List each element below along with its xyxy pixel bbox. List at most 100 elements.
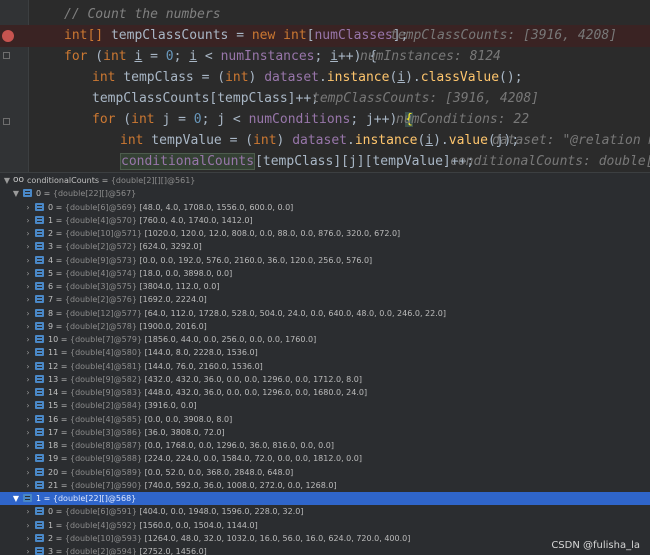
variable-item-row[interactable]: › 1 = {double[4]@570} [760.0, 4.0, 1740.0… [0,214,650,227]
chevron-right-icon[interactable]: › [24,227,32,240]
chevron-right-icon[interactable]: › [24,267,32,280]
variable-type: {double[6]@591} [64,507,137,517]
variable-root-row[interactable]: ▼ oo conditionalCounts = {double[2][][]@… [0,174,650,187]
variable-type: {double[6]@569} [64,202,137,212]
inline-debug-hint: tempClassCounts: [3916, 4208] [312,91,539,106]
variable-item-row[interactable]: › 18 = {double[8]@587} [0.0, 1768.0, 0.0,… [0,439,650,452]
array-icon [35,480,44,489]
code-text: tempClassCounts[tempClass]++; [92,91,319,106]
code-line-6: for (int j = 0; j < numConditions; j++) … [0,109,650,131]
array-icon [35,268,44,277]
variable-name: 21 [48,480,59,490]
variable-item-row[interactable]: › 2 = {double[10]@571} [1020.0, 120.0, 12… [0,227,650,240]
variable-item-row[interactable]: › 6 = {double[3]@575} [3804.0, 112.0, 0.0… [0,280,650,293]
variable-item-row[interactable]: › 5 = {double[4]@574} [18.0, 0.0, 3898.0,… [0,267,650,280]
variable-type: {double[4]@574} [64,268,137,278]
variable-type: {double[7]@590} [69,480,143,490]
chevron-down-icon[interactable]: ▼ [3,174,11,187]
inline-debug-hint: numInstances: 8124 [360,49,501,64]
variable-name: 1 [36,494,42,503]
chevron-right-icon[interactable]: › [24,413,32,426]
variable-item-row[interactable]: › 0 = {double[6]@591} [404.0, 0.0, 1948.0… [0,505,650,518]
chevron-right-icon[interactable]: › [24,466,32,479]
variable-group-row[interactable]: ▼ 1 = {double[22][]@568} [0,492,650,505]
variable-type: {double[2]@576} [64,295,137,305]
chevron-right-icon[interactable]: › [24,346,32,359]
variable-item-row[interactable]: › 12 = {double[4]@581} [144.0, 76.0, 2160… [0,360,650,373]
variable-name: 5 [48,268,54,278]
chevron-right-icon[interactable]: › [24,254,32,267]
array-icon [35,308,44,317]
variable-item-row[interactable]: › 11 = {double[4]@580} [144.0, 8.0, 2228.… [0,346,650,359]
variable-name: 16 [48,414,59,424]
variable-value: [1900.0, 2016.0] [139,321,207,331]
chevron-right-icon[interactable]: › [24,452,32,465]
variable-value: [3916.0, 0.0] [144,401,197,411]
array-icon [35,388,44,396]
array-icon [35,295,44,304]
variable-item-row[interactable]: › 17 = {double[3]@586} [36.0, 3808.0, 72.… [0,426,650,439]
variable-value: [1692.0, 2224.0] [139,295,207,305]
variable-item-row[interactable]: › 8 = {double[12]@577} [64.0, 112.0, 1728… [0,307,650,320]
chevron-right-icon[interactable]: › [24,201,32,214]
watch-glasses-icon: oo [13,175,25,185]
chevron-right-icon[interactable]: › [24,519,32,532]
variable-item-row[interactable]: › 1 = {double[4]@592} [1560.0, 0.0, 1504.… [0,519,650,532]
variable-item-row[interactable]: › 9 = {double[2]@578} [1900.0, 2016.0] [0,320,650,333]
variable-item-row[interactable]: › 3 = {double[2]@572} [624.0, 3292.0] [0,240,650,253]
variable-item-row[interactable]: › 16 = {double[4]@585} [0.0, 0.0, 3908.0,… [0,413,650,426]
chevron-down-icon[interactable]: ▼ [12,187,20,200]
chevron-right-icon[interactable]: › [24,373,32,386]
variable-type: {double[4]@570} [64,215,137,225]
variable-value: [36.0, 3808.0, 72.0] [144,427,225,437]
variable-name: 20 [48,467,59,477]
variable-type: {double[10]@593} [64,533,143,543]
variable-type: {double[6]@589} [69,467,143,477]
variable-item-row[interactable]: › 10 = {double[7]@579} [1856.0, 44.0, 0.0… [0,333,650,346]
code-comment: // Count the numbers [64,7,221,22]
chevron-right-icon[interactable]: › [24,293,32,306]
debug-variables-panel[interactable]: ▼ oo conditionalCounts = {double[2][][]@… [0,172,650,555]
variable-item-row[interactable]: › 4 = {double[9]@573} [0.0, 0.0, 192.0, 5… [0,254,650,267]
chevron-down-icon[interactable]: ▼ [12,492,20,505]
chevron-right-icon[interactable]: › [24,532,32,545]
variable-group-row[interactable]: ▼ 0 = {double[22][]@567} [0,187,650,200]
variable-item-row[interactable]: › 14 = {double[9]@583} [448.0, 432.0, 36.… [0,386,650,399]
chevron-right-icon[interactable]: › [24,360,32,373]
variable-type: {double[2]@578} [64,321,137,331]
array-icon [35,401,44,410]
array-icon [35,520,44,529]
chevron-right-icon[interactable]: › [24,439,32,452]
variable-item-row[interactable]: › 21 = {double[7]@590} [740.0, 592.0, 36.… [0,479,650,492]
variable-item-row[interactable]: › 13 = {double[9]@582} [432.0, 432.0, 36.… [0,373,650,386]
variable-type: {double[4]@581} [69,361,143,371]
chevron-right-icon[interactable]: › [24,479,32,492]
breakpoint-icon[interactable] [2,30,14,42]
variable-value: [18.0, 0.0, 3898.0, 0.0] [139,268,233,278]
chevron-right-icon[interactable]: › [24,505,32,518]
chevron-right-icon[interactable]: › [24,280,32,293]
variable-item-row[interactable]: › 0 = {double[6]@569} [48.0, 4.0, 1708.0,… [0,201,650,214]
code-text: conditionalCounts[tempClass][j][tempValu… [120,153,475,170]
variable-name: 11 [48,348,59,358]
array-icon [35,454,44,463]
chevron-right-icon[interactable]: › [24,320,32,333]
chevron-right-icon[interactable]: › [24,240,32,253]
array-icon [35,507,44,516]
chevron-right-icon[interactable]: › [24,307,32,320]
variable-name: 10 [48,335,59,344]
variable-item-row[interactable]: › 15 = {double[2]@584} [3916.0, 0.0] [0,399,650,412]
variable-item-row[interactable]: › 7 = {double[2]@576} [1692.0, 2224.0] [0,293,650,306]
chevron-right-icon[interactable]: › [24,386,32,399]
chevron-right-icon[interactable]: › [24,399,32,412]
variable-type: {double[10]@571} [64,229,143,238]
variable-name: 8 [48,308,54,318]
variable-item-row[interactable]: › 20 = {double[6]@589} [0.0, 52.0, 0.0, 3… [0,466,650,479]
chevron-right-icon[interactable]: › [24,214,32,227]
chevron-right-icon[interactable]: › [24,426,32,439]
chevron-right-icon[interactable]: › [24,333,32,346]
code-editor[interactable]: // Count the numbers int[] tempClassCoun… [0,0,650,172]
array-icon [35,255,44,264]
variable-name: 12 [48,361,59,371]
variable-item-row[interactable]: › 19 = {double[9]@588} [224.0, 224.0, 0.0… [0,452,650,465]
